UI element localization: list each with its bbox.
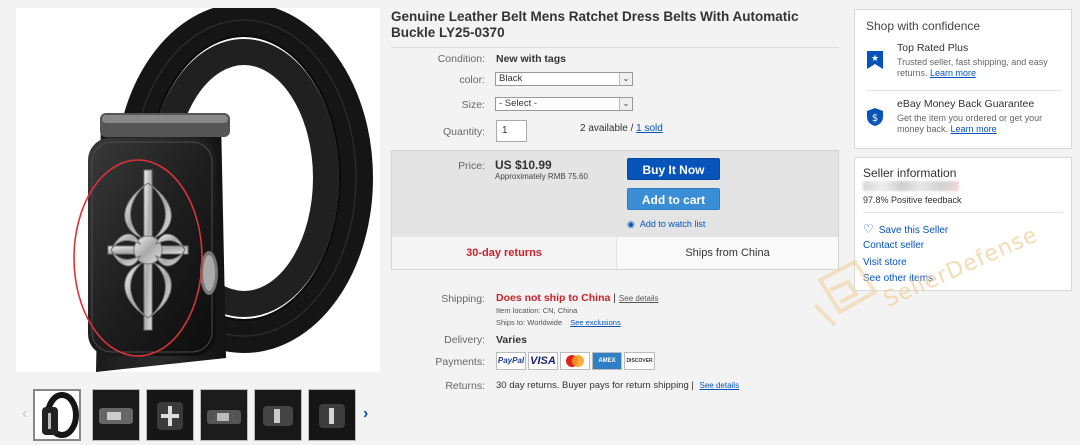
save-seller-link[interactable]: ♡ Save this Seller (863, 222, 948, 236)
svg-text:★: ★ (871, 54, 879, 64)
sold-link[interactable]: 1 sold (636, 123, 663, 134)
buy-it-now-button[interactable]: Buy It Now (627, 158, 720, 180)
price-label: Price: (458, 160, 485, 172)
top-rated-text: Trusted seller, fast shipping, and easy … (897, 57, 1067, 79)
thumbnail-1[interactable] (33, 389, 81, 441)
title-divider (391, 47, 839, 48)
shipping-label: Shipping: (441, 293, 485, 305)
money-back-shield-icon: $ (867, 108, 883, 126)
top-rated-learn-more-link[interactable]: Learn more (930, 68, 976, 78)
amex-logo: AMEX (592, 352, 622, 370)
discover-logo: DISCOVER (624, 352, 655, 370)
color-select-value: Black (499, 73, 523, 84)
contact-seller-link[interactable]: Contact seller (863, 240, 924, 251)
confidence-title: Shop with confidence (866, 19, 981, 33)
converted-price: Approximately RMB 75.60 (495, 172, 588, 181)
seller-feedback: 97.8% Positive feedback (863, 195, 962, 205)
add-to-cart-button[interactable]: Add to cart (627, 188, 720, 210)
chevron-down-icon: ⌄ (619, 73, 632, 85)
card-divider (866, 90, 1062, 91)
shipping-value: Does not ship to China (496, 292, 611, 304)
returns-badge: 30-day returns (392, 237, 616, 269)
delivery-value: Varies (496, 334, 527, 346)
color-label: color: (459, 74, 485, 86)
top-rated-heading: Top Rated Plus (897, 42, 969, 54)
top-rated-badge-icon: ★ (867, 51, 883, 69)
shipping-info: Does not ship to China | See details (496, 292, 659, 304)
heart-icon: ♡ (863, 222, 874, 236)
ships-to-value: Ships to: Worldwide (496, 318, 563, 327)
color-select[interactable]: Black ⌄ (495, 72, 633, 86)
svg-text:$: $ (872, 113, 878, 124)
mastercard-logo (560, 352, 590, 370)
chevron-right-icon[interactable]: › (363, 405, 368, 423)
ships-to: Ships to: Worldwide See exclusions (496, 318, 621, 327)
seller-name-blurred[interactable] (863, 181, 959, 191)
listing-title: Genuine Leather Belt Mens Ratchet Dress … (391, 9, 799, 40)
shop-with-confidence-card: Shop with confidence ★ Top Rated Plus Tr… (854, 9, 1072, 149)
watch-label: Add to watch list (639, 219, 706, 229)
available-count: 2 available / (580, 123, 634, 134)
thumbnail-strip: ‹ › (16, 385, 380, 445)
chevron-left-icon[interactable]: ‹ (22, 405, 27, 423)
add-to-watch-list-link[interactable]: ◉ Add to watch list (627, 219, 705, 230)
size-label: Size: (461, 99, 485, 111)
thumbnail-4[interactable] (200, 389, 248, 441)
thumbnail-5[interactable] (254, 389, 302, 441)
delivery-label: Delivery: (444, 334, 485, 346)
visit-store-link[interactable]: Visit store (863, 257, 907, 268)
eye-icon: ◉ (627, 219, 635, 229)
condition-label: Condition: (437, 53, 485, 65)
main-product-image[interactable] (16, 8, 380, 372)
money-back-text: Get the item you ordered or get your mon… (897, 113, 1067, 135)
thumbnail-6[interactable] (308, 389, 356, 441)
returns-see-details-link[interactable]: See details (700, 381, 740, 390)
chevron-down-icon: ⌄ (619, 98, 632, 110)
thumbnail-2[interactable] (92, 389, 140, 441)
quantity-input[interactable]: 1 (496, 120, 527, 142)
visa-logo: VISA (528, 352, 558, 370)
thumbnail-3[interactable] (146, 389, 194, 441)
availability: 2 available / 1 sold (580, 123, 663, 134)
returns-label: Returns: (445, 380, 485, 392)
money-back-learn-more-link[interactable]: Learn more (951, 124, 997, 134)
shipping-see-details-link[interactable]: See details (619, 294, 659, 303)
money-back-heading: eBay Money Back Guarantee (897, 98, 1035, 110)
size-select[interactable]: - Select - ⌄ (495, 97, 633, 111)
seller-info-title: Seller information (863, 166, 957, 180)
size-select-value: - Select - (499, 98, 538, 109)
condition-value: New with tags (496, 53, 567, 65)
quantity-label: Quantity: (442, 126, 485, 138)
paypal-logo: PayPal (496, 352, 526, 370)
see-exclusions-link[interactable]: See exclusions (570, 318, 620, 327)
returns-value: 30 day returns. Buyer pays for return sh… (496, 380, 694, 391)
item-location: Item location: CN, China (496, 306, 578, 315)
payments-label: Payments: (435, 356, 485, 368)
price-value: US $10.99 (495, 158, 552, 172)
returns-info: 30 day returns. Buyer pays for return sh… (496, 380, 739, 391)
ships-from-badge: Ships from China (617, 237, 838, 269)
save-seller-label: Save this Seller (878, 225, 949, 236)
card-divider (863, 212, 1063, 213)
